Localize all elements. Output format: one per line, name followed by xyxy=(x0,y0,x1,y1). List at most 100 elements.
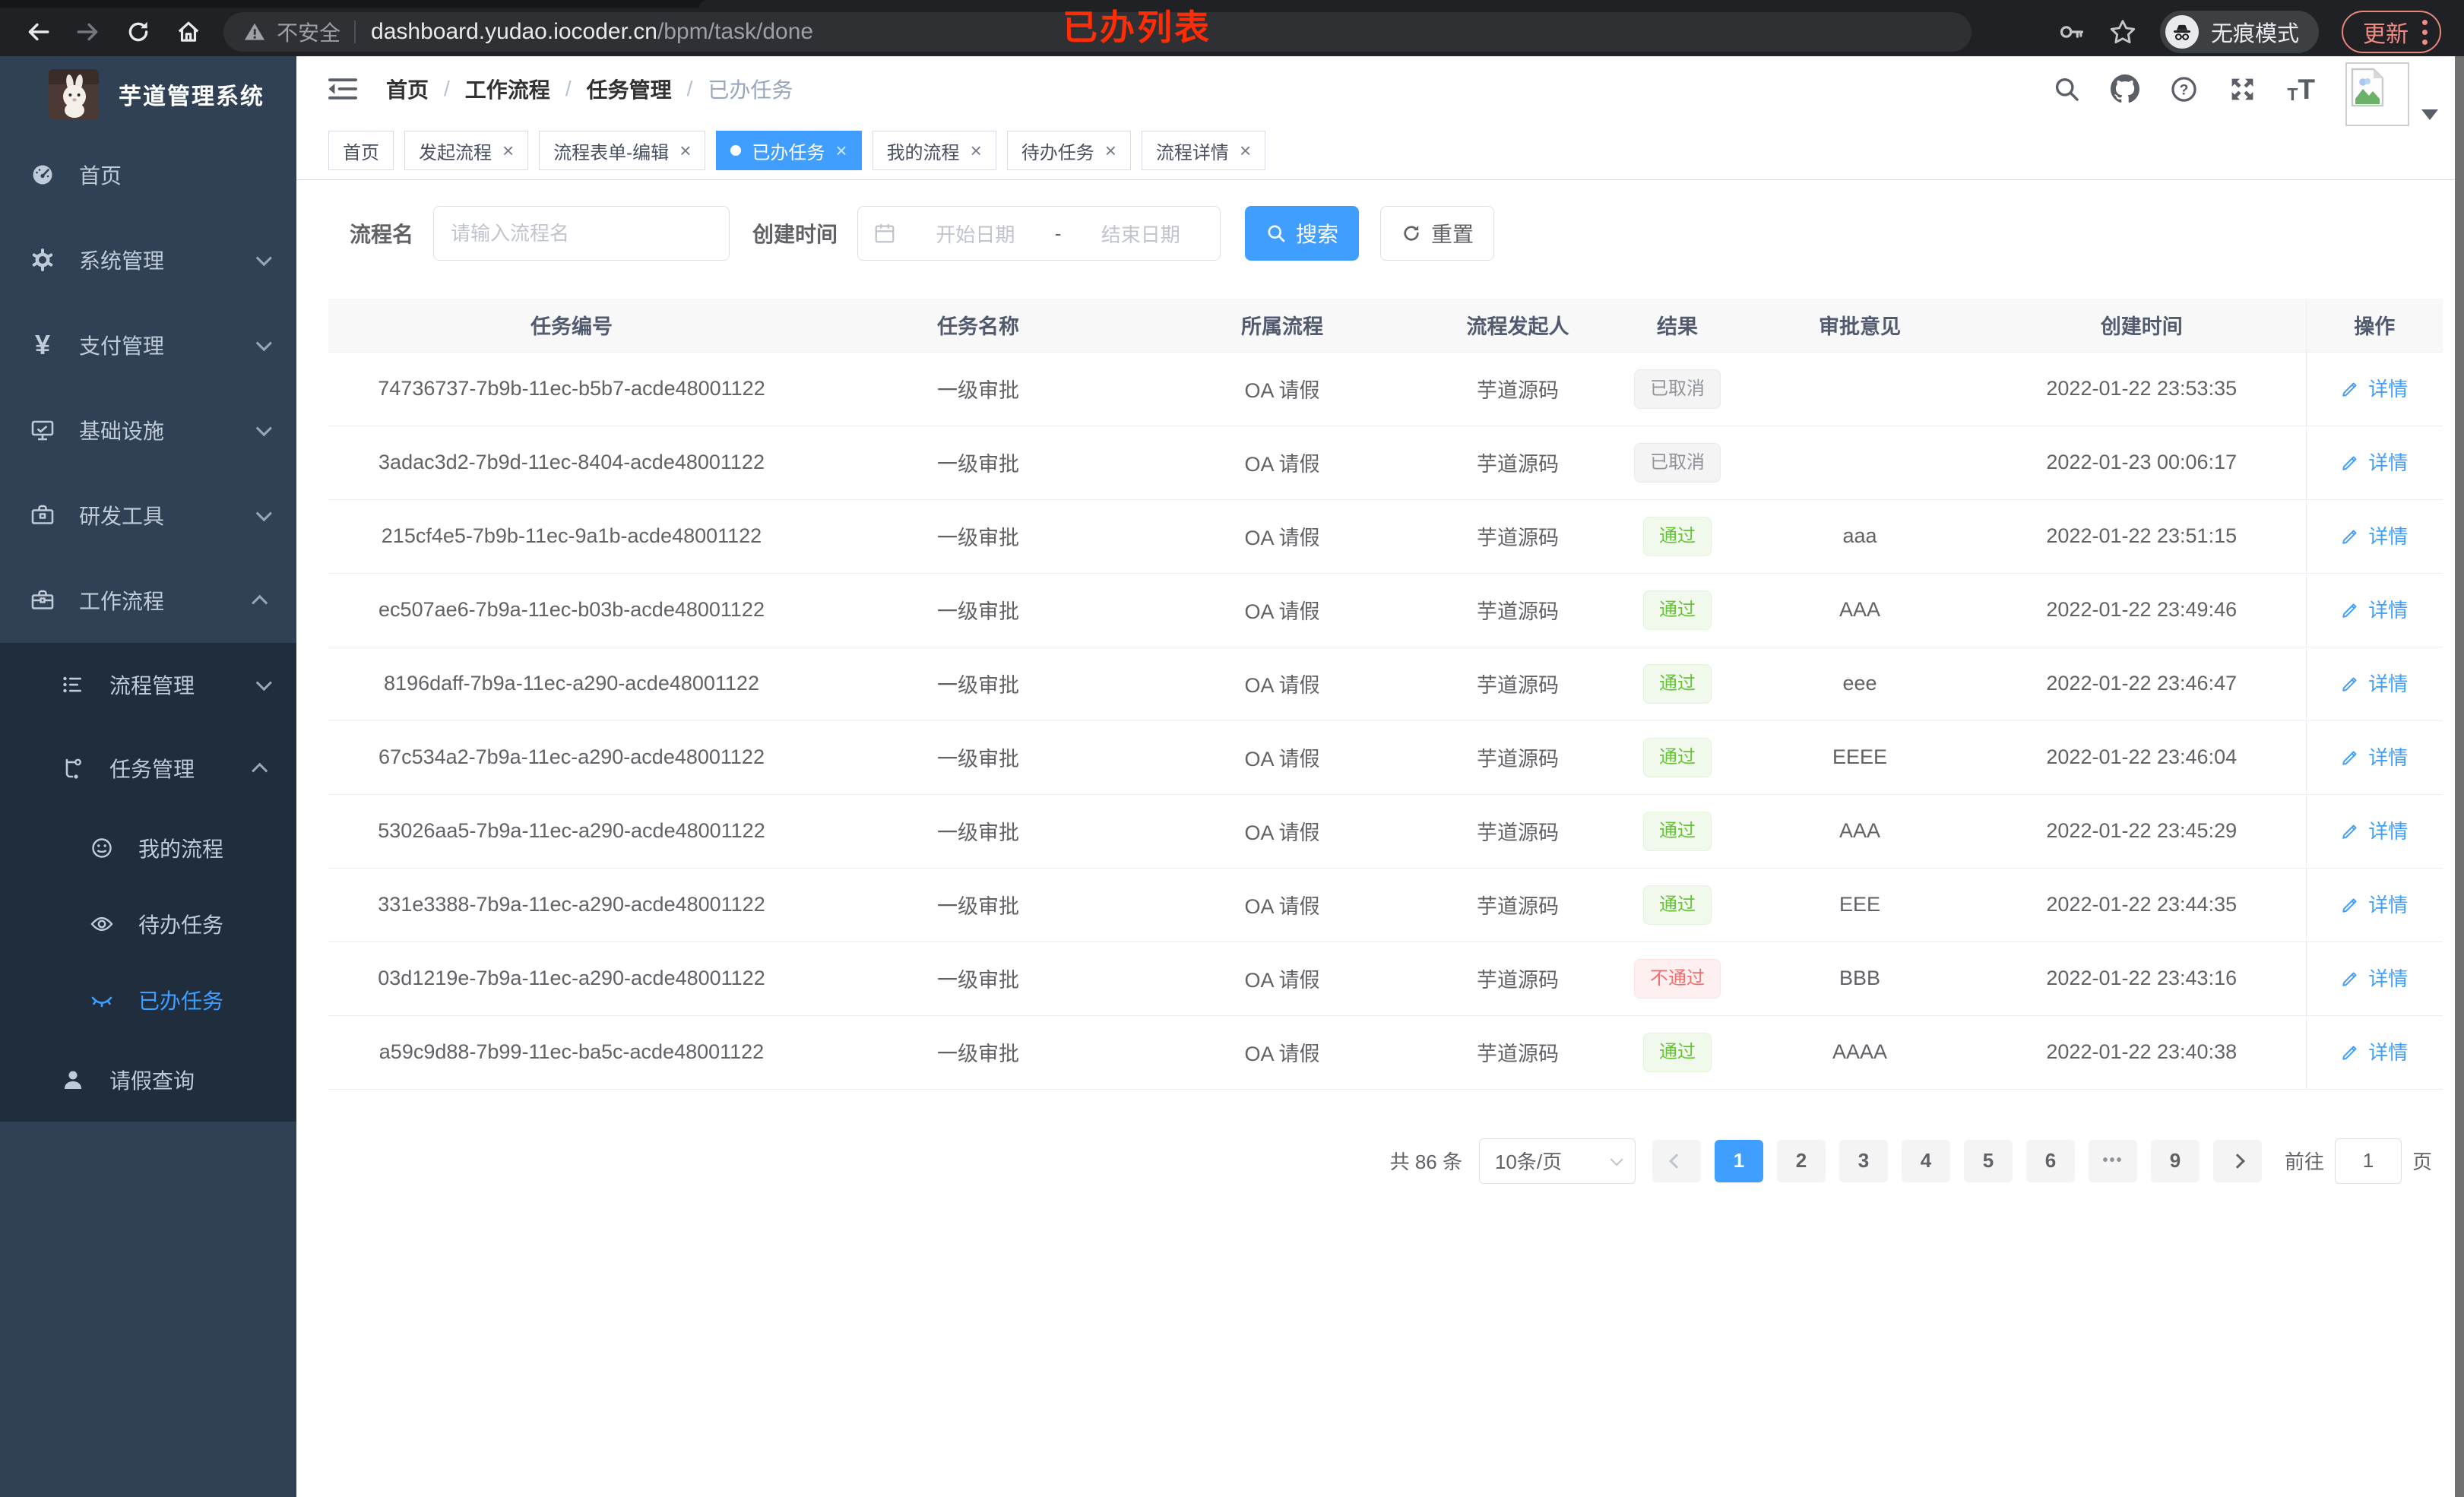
back-button[interactable] xyxy=(17,11,59,53)
user-menu[interactable] xyxy=(2345,62,2438,126)
prev-page-button[interactable] xyxy=(1652,1139,1701,1182)
font-size-icon[interactable]: TT xyxy=(2287,75,2315,103)
reset-button[interactable]: 重置 xyxy=(1380,206,1495,261)
brand-logo xyxy=(49,69,99,119)
sidebar-item-label: 基础设施 xyxy=(79,419,165,443)
tab-label: 流程详情 xyxy=(1155,142,1229,163)
starter: 芋道源码 xyxy=(1423,573,1613,647)
sidebar-item-payment[interactable]: ¥ 支付管理 xyxy=(0,302,296,388)
sidebar-item-workflow[interactable]: 工作流程 xyxy=(0,558,296,643)
next-page-button[interactable] xyxy=(2212,1139,2262,1182)
help-icon[interactable]: ? xyxy=(2170,75,2198,103)
tab-form-edit[interactable]: 流程表单-编辑 × xyxy=(539,131,706,170)
chevron-down-icon xyxy=(255,419,272,436)
tab-label: 发起流程 xyxy=(419,142,492,163)
detail-link[interactable]: 详情 xyxy=(2341,595,2408,623)
security-label[interactable]: 不安全 xyxy=(277,17,340,47)
close-icon[interactable]: × xyxy=(502,141,514,160)
task-name: 一级审批 xyxy=(815,352,1142,426)
result-badge: 通过 xyxy=(1643,663,1712,704)
face-icon xyxy=(92,838,112,858)
sidebar-item-process-mgmt[interactable]: 流程管理 xyxy=(0,643,296,726)
search-button[interactable]: 搜索 xyxy=(1245,206,1360,261)
sidebar-item-leave-query[interactable]: 请假查询 xyxy=(0,1038,296,1122)
sidebar-item-done-tasks[interactable]: 已办任务 xyxy=(0,962,296,1038)
tab-done-tasks[interactable]: 已办任务 × xyxy=(716,131,862,170)
breadcrumb-workflow[interactable]: 工作流程 xyxy=(465,74,550,104)
detail-link[interactable]: 详情 xyxy=(2341,816,2408,844)
page-button-5[interactable]: 5 xyxy=(1963,1139,2013,1182)
detail-link[interactable]: 详情 xyxy=(2341,1037,2408,1065)
sidebar-item-system[interactable]: 系统管理 xyxy=(0,217,296,302)
sidebar-fold-button[interactable] xyxy=(328,76,357,102)
pagination: 共 86 条 10条/页 1 2 3 4 5 6 ••• 9 前往 1 页 xyxy=(328,1138,2441,1184)
process-name-input[interactable] xyxy=(433,206,730,261)
detail-link-label: 详情 xyxy=(2368,1041,2409,1065)
close-icon[interactable]: × xyxy=(679,141,691,160)
sidebar-item-task-mgmt[interactable]: 任务管理 xyxy=(0,726,296,810)
detail-link[interactable]: 详情 xyxy=(2341,374,2408,402)
breadcrumb-home[interactable]: 首页 xyxy=(386,74,429,104)
task-name: 一级审批 xyxy=(815,720,1142,795)
comment xyxy=(1742,352,1978,426)
process-name: OA 请假 xyxy=(1142,647,1423,721)
task-name: 一级审批 xyxy=(815,573,1142,647)
page-button-6[interactable]: 6 xyxy=(2025,1139,2075,1182)
page-button-4[interactable]: 4 xyxy=(1901,1139,1950,1182)
page-button-1[interactable]: 1 xyxy=(1714,1139,1763,1182)
update-button[interactable]: 更新 xyxy=(2342,11,2441,53)
github-icon[interactable] xyxy=(2111,74,2140,103)
kebab-menu-icon[interactable] xyxy=(2422,19,2428,45)
tab-process-detail[interactable]: 流程详情 × xyxy=(1141,131,1266,170)
detail-link[interactable]: 详情 xyxy=(2341,669,2408,697)
detail-link[interactable]: 详情 xyxy=(2341,448,2408,476)
sidebar-item-todo-tasks[interactable]: 待办任务 xyxy=(0,886,296,962)
breadcrumb-task-mgmt[interactable]: 任务管理 xyxy=(587,74,672,104)
page-button-2[interactable]: 2 xyxy=(1776,1139,1826,1182)
star-icon[interactable] xyxy=(2108,17,2137,46)
task-id: 74736737-7b9b-11ec-b5b7-acde48001122 xyxy=(328,352,815,426)
end-date-placeholder: 结束日期 xyxy=(1101,223,1180,246)
date-range-input[interactable]: 开始日期 - 结束日期 xyxy=(857,206,1221,261)
detail-link[interactable]: 详情 xyxy=(2341,521,2408,549)
tab-my-process[interactable]: 我的流程 × xyxy=(872,131,996,170)
task-id: a59c9d88-7b99-11ec-ba5c-acde48001122 xyxy=(328,1015,815,1090)
fullscreen-icon[interactable] xyxy=(2228,75,2257,103)
sidebar-item-home[interactable]: 首页 xyxy=(0,132,296,217)
forward-button[interactable] xyxy=(67,11,109,53)
detail-link[interactable]: 详情 xyxy=(2341,890,2408,918)
breadcrumb-separator: / xyxy=(565,77,572,100)
avatar[interactable] xyxy=(2345,62,2409,126)
hamburger-icon xyxy=(328,78,357,100)
tab-home[interactable]: 首页 xyxy=(328,131,394,170)
close-icon[interactable]: × xyxy=(1240,141,1251,160)
sidebar-item-devtools[interactable]: 研发工具 xyxy=(0,473,296,558)
sidebar-item-label: 工作流程 xyxy=(79,590,165,613)
starter: 芋道源码 xyxy=(1423,942,1613,1016)
key-icon[interactable] xyxy=(2058,18,2086,46)
tab-todo-tasks[interactable]: 待办任务 × xyxy=(1006,131,1131,170)
detail-link[interactable]: 详情 xyxy=(2341,964,2408,992)
sidebar-item-infra[interactable]: 基础设施 xyxy=(0,388,296,473)
close-icon[interactable]: × xyxy=(971,141,982,160)
search-icon[interactable] xyxy=(2053,75,2080,103)
close-icon[interactable]: × xyxy=(835,141,847,160)
table-header-row: 任务编号 任务名称 所属流程 流程发起人 结果 审批意见 创建时间 操作 xyxy=(328,299,2443,353)
reset-button-label: 重置 xyxy=(1431,223,1474,246)
page-button-3[interactable]: 3 xyxy=(1838,1139,1888,1182)
sidebar-item-my-process[interactable]: 我的流程 xyxy=(0,810,296,886)
goto-page-input[interactable] xyxy=(2334,1138,2402,1184)
incognito-label: 无痕模式 xyxy=(2210,22,2299,46)
reload-button[interactable] xyxy=(117,11,160,53)
tab-start-process[interactable]: 发起流程 × xyxy=(404,131,529,170)
detail-link[interactable]: 详情 xyxy=(2341,742,2408,771)
home-button[interactable] xyxy=(167,11,210,53)
task-name: 一级审批 xyxy=(815,647,1142,721)
search-button-label: 搜索 xyxy=(1296,223,1339,246)
page-size-select[interactable]: 10条/页 xyxy=(1478,1138,1636,1184)
close-icon[interactable]: × xyxy=(1105,141,1116,160)
sidebar-menu: 首页 系统管理 ¥ 支付管理 基础设施 研发工具 工作流程 流程管理 任务管理 … xyxy=(0,132,296,1122)
page-button-9[interactable]: 9 xyxy=(2150,1139,2200,1182)
process-name: OA 请假 xyxy=(1142,352,1423,426)
more-pages-button[interactable]: ••• xyxy=(2088,1139,2137,1182)
